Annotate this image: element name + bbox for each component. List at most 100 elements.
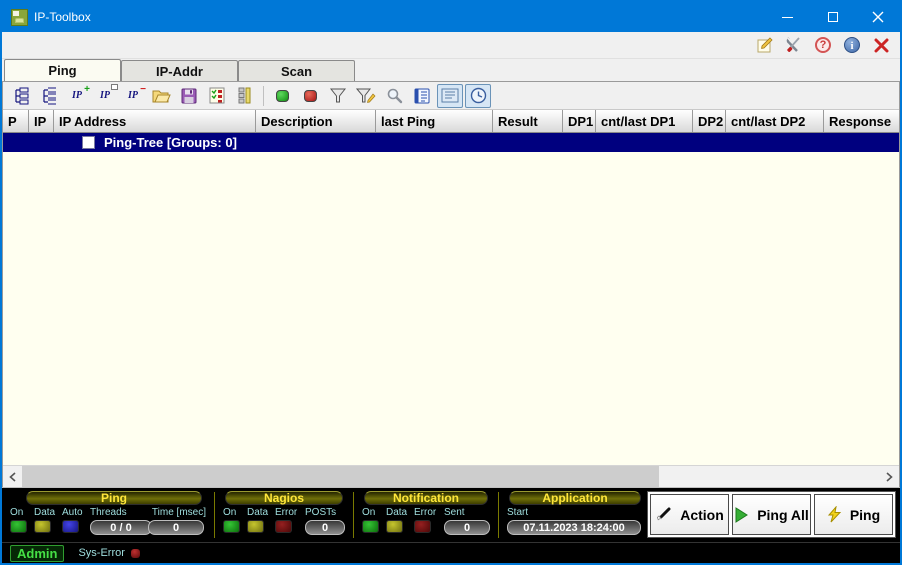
maximize-button[interactable] — [810, 2, 855, 32]
ping-group: Ping On Data Auto Threads 0 / 0 Time [mse… — [10, 491, 206, 538]
help-button[interactable]: ? — [812, 34, 834, 56]
top-toolstrip: ? i — [2, 32, 900, 59]
status-panel: Ping On Data Auto Threads 0 / 0 Time [mse… — [2, 487, 900, 542]
start-button[interactable] — [269, 84, 295, 108]
column-header-cnt-last-dp2[interactable]: cnt/last DP2 — [726, 110, 824, 132]
clock-toggle-button[interactable] — [465, 83, 491, 108]
horizontal-scrollbar[interactable] — [3, 465, 899, 487]
info-button[interactable]: i — [841, 34, 863, 56]
log-book-button[interactable] — [409, 84, 435, 108]
titlebar: IP-Toolbox — [2, 2, 900, 32]
column-header-cnt-last-dp1[interactable]: cnt/last DP1 — [596, 110, 693, 132]
table-body[interactable] — [3, 152, 899, 465]
tab-ping[interactable]: Ping — [4, 59, 121, 81]
column-header-result[interactable]: Result — [493, 110, 563, 132]
settings-button[interactable] — [783, 34, 805, 56]
save-file-button[interactable] — [176, 84, 202, 108]
action-button[interactable]: Action — [650, 494, 729, 535]
ping-tree-root-row[interactable]: Ping-Tree [Groups: 0] — [3, 133, 899, 152]
exit-icon — [874, 38, 888, 52]
ping-time-value: 0 — [148, 520, 204, 535]
expand-tree-button[interactable] — [8, 84, 34, 108]
nagios-data-label: Data — [247, 507, 269, 518]
maximize-icon — [827, 12, 838, 22]
notification-group: Notification On Data Error Sent 0 — [362, 491, 490, 538]
notification-on-led — [362, 520, 379, 533]
nagios-data-led — [247, 520, 264, 533]
application-start-label: Start — [507, 507, 529, 518]
column-header-response[interactable]: Response — [824, 110, 899, 132]
remove-ip-button[interactable]: IP − — [120, 84, 146, 108]
settings-tools-icon — [786, 37, 800, 52]
add-ip-button[interactable]: IP + — [64, 84, 90, 108]
notification-group-title: Notification — [364, 491, 488, 505]
tab-bar: Ping IP-Addr Scan — [2, 59, 900, 81]
start-green-led-icon — [275, 89, 289, 102]
notification-on-label: On — [362, 507, 376, 518]
minimize-button[interactable] — [765, 2, 810, 32]
nagios-group: Nagios On Data Error POSTs 0 — [223, 491, 345, 538]
status-bar: Admin Sys-Error — [2, 542, 900, 563]
action-button-label: Action — [680, 506, 724, 523]
application-group-title: Application — [509, 491, 641, 505]
minimize-icon — [782, 16, 793, 18]
nagios-on-led — [223, 520, 240, 533]
notification-data-label: Data — [386, 507, 408, 518]
expand-tree-icon — [15, 87, 29, 104]
filter-edit-icon — [356, 88, 376, 103]
column-header-ip-address[interactable]: IP Address — [54, 110, 256, 132]
edit-note-button[interactable] — [754, 34, 776, 56]
scroll-right-button[interactable] — [880, 466, 899, 487]
nagios-group-title: Nagios — [225, 491, 343, 505]
lightning-icon — [827, 506, 841, 523]
filter-edit-button[interactable] — [353, 84, 379, 108]
nagios-error-led — [275, 520, 292, 533]
ping-button[interactable]: Ping — [814, 494, 893, 535]
open-file-button[interactable] — [148, 84, 174, 108]
window-title: IP-Toolbox — [34, 10, 91, 24]
tab-ip-addr[interactable]: IP-Addr — [121, 60, 238, 81]
wand-icon — [657, 507, 671, 521]
exit-button[interactable] — [870, 34, 892, 56]
tab-scan[interactable]: Scan — [238, 60, 355, 81]
nagios-error-label: Error — [275, 507, 298, 518]
column-header-description[interactable]: Description — [256, 110, 376, 132]
ping-threads-value: 0 / 0 — [90, 520, 152, 535]
search-button[interactable] — [381, 84, 407, 108]
admin-status-badge: Admin — [10, 544, 65, 562]
notes-toggle-button[interactable] — [437, 83, 463, 108]
ping-group-title: Ping — [26, 491, 202, 505]
panel-divider — [498, 492, 499, 538]
filter-icon — [329, 88, 347, 103]
notification-sent-label: Sent — [444, 507, 465, 518]
column-list-icon — [238, 87, 251, 104]
column-header-ip[interactable]: IP — [29, 110, 54, 132]
column-header-p[interactable]: P — [3, 110, 29, 132]
scrollbar-thumb[interactable] — [22, 466, 659, 487]
ping-data-led — [34, 520, 51, 533]
ping-tree-checkbox[interactable] — [82, 136, 95, 149]
add-ip-icon: + — [84, 84, 90, 95]
scroll-left-button[interactable] — [3, 466, 22, 487]
column-list-button[interactable] — [232, 84, 258, 108]
ping-all-button-label: Ping All — [757, 506, 809, 523]
collapse-tree-icon — [43, 87, 56, 104]
notification-error-label: Error — [414, 507, 437, 518]
toolbar-separator — [263, 85, 264, 106]
scrollbar-track[interactable] — [659, 466, 880, 487]
check-list-button[interactable] — [204, 84, 230, 108]
nagios-posts-label: POSTs — [305, 507, 337, 518]
notification-sent-value: 0 — [444, 520, 490, 535]
table-header: P IP IP Address Description last Ping Re… — [3, 110, 899, 133]
log-book-icon — [414, 88, 429, 103]
edit-ip-button[interactable]: IP — [92, 84, 118, 108]
filter-button[interactable] — [325, 84, 351, 108]
close-button[interactable] — [855, 2, 900, 32]
column-header-last-ping[interactable]: last Ping — [376, 110, 493, 132]
collapse-tree-button[interactable] — [36, 84, 62, 108]
stop-button[interactable] — [297, 84, 323, 108]
column-header-dp2[interactable]: DP2 — [693, 110, 726, 132]
ping-all-button[interactable]: Ping All — [732, 494, 811, 535]
help-icon: ? — [815, 37, 831, 53]
column-header-dp1[interactable]: DP1 — [563, 110, 596, 132]
